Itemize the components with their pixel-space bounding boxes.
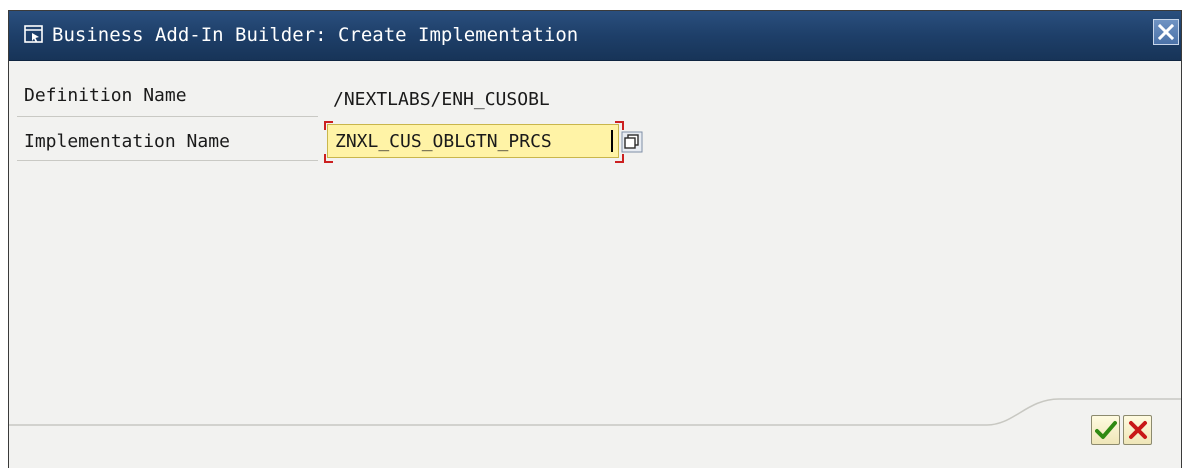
dialog-icon [23,23,45,45]
required-field-marker [615,154,624,163]
dialog-title: Business Add-In Builder: Create Implemen… [52,24,579,46]
row-divider [17,160,318,161]
definition-name-value: /NEXTLABS/ENH_CUSOBL [333,89,550,110]
required-field-marker [615,121,624,130]
footer-separator [9,398,1181,426]
checkmark-icon [1095,421,1117,439]
value-help-icon [621,131,643,153]
dialog-titlebar[interactable]: Business Add-In Builder: Create Implemen… [9,11,1181,61]
cancel-button[interactable] [1123,415,1152,445]
value-help-button[interactable] [621,131,643,153]
close-button[interactable] [1153,19,1179,45]
required-field-marker [324,154,333,163]
cancel-x-icon [1129,421,1147,439]
implementation-name-input[interactable] [327,124,619,158]
create-implementation-dialog: Business Add-In Builder: Create Implemen… [8,10,1182,468]
row-divider [17,116,318,117]
required-field-marker [324,121,333,130]
confirm-button[interactable] [1091,415,1120,445]
close-icon [1157,23,1175,41]
definition-name-label: Definition Name [24,85,187,106]
implementation-name-label: Implementation Name [24,131,230,152]
text-cursor [611,130,613,152]
